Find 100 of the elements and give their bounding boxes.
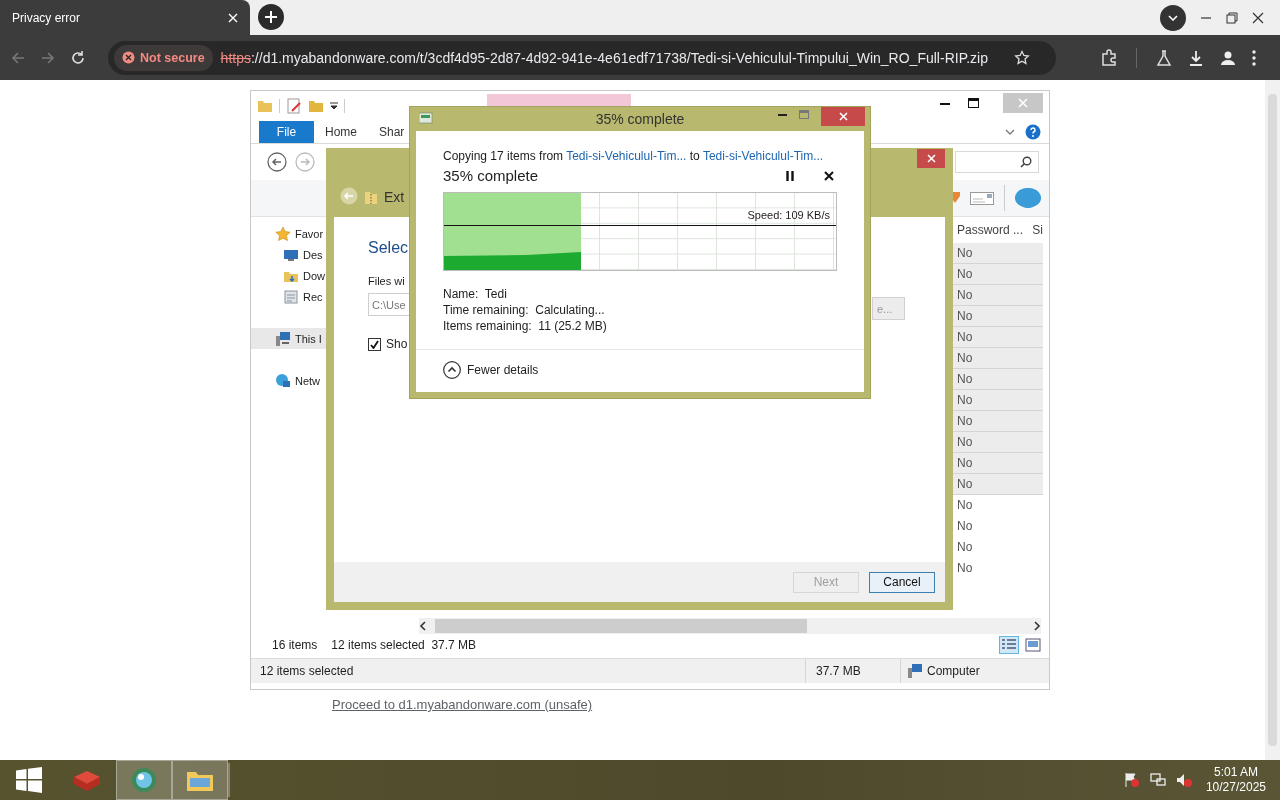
speed-label: Speed: 109 KB/s: [747, 209, 830, 221]
menu-icon[interactable]: [1251, 48, 1257, 67]
table-cell: No: [951, 474, 1043, 495]
proceed-link[interactable]: Proceed to d1.myabandonware.com (unsafe): [332, 697, 593, 712]
pause-button[interactable]: [786, 170, 794, 181]
table-cell-text: No: [956, 497, 974, 514]
check-icon: [370, 339, 379, 349]
table-cell: No: [951, 390, 1043, 411]
nav-item[interactable]: Dow: [251, 265, 351, 286]
not-secure-chip[interactable]: Not secure: [114, 44, 213, 71]
close-icon: [1018, 98, 1028, 108]
table-cell: No: [951, 348, 1043, 369]
collapse-icon: [443, 361, 461, 379]
detail-line: Items remaining: 11 (25.2 MB): [443, 319, 608, 333]
chevron-icon: [1168, 14, 1178, 21]
chevron-icon[interactable]: [1005, 129, 1015, 135]
details-view-button[interactable]: [999, 636, 1019, 654]
progress-status: 35% complete: [443, 167, 540, 184]
destination-link[interactable]: Tedi-si-Vehiculul-Tim...: [702, 149, 824, 163]
status-text: 12 items selected: [259, 664, 355, 678]
detail-line: Time remaining: Calculating...: [443, 303, 606, 317]
thumbnail-view-icon: [1025, 638, 1041, 652]
fewer-details-button[interactable]: Fewer details: [443, 361, 539, 379]
ribbon-tab[interactable]: Home: [314, 121, 368, 143]
search-field[interactable]: [955, 151, 1039, 173]
speaker-muted-icon[interactable]: [1175, 772, 1192, 788]
close-icon[interactable]: [1252, 11, 1264, 24]
minimize-icon[interactable]: [778, 113, 787, 117]
envelope-icon[interactable]: [970, 190, 994, 206]
star-icon: [275, 225, 291, 242]
help-icon[interactable]: [1025, 124, 1041, 140]
nav-item[interactable]: Rec: [251, 286, 351, 307]
copy-icon: [419, 112, 433, 124]
selection-info: 12 items selected 37.7 MB: [331, 638, 477, 652]
close-icon: [926, 154, 936, 163]
thumbnail-view-button[interactable]: [1023, 636, 1043, 654]
table-cell: No: [951, 264, 1043, 285]
properties-icon: [286, 98, 302, 114]
reload-icon[interactable]: [70, 49, 86, 66]
close-button[interactable]: [917, 149, 945, 168]
address-bar[interactable]: Not secure https://d1.myabandonware.com/t/3cdf4d95-2d87-4d92-941e-4e61edf71738/Tedi-si-Vehiculul-Timpului_Win_RO_Full-RIP.zip: [108, 40, 1056, 75]
close-button[interactable]: [821, 107, 865, 126]
table-cell: No: [951, 243, 1043, 264]
puzzle-icon[interactable]: [1100, 48, 1118, 67]
detail-line: Name: Tedi: [443, 287, 508, 301]
destination-field[interactable]: C:\Use: [368, 293, 409, 316]
table-cell-text: No: [956, 560, 974, 577]
flag-icon[interactable]: [1123, 772, 1140, 788]
table-cell: No: [951, 453, 1043, 474]
show-checkbox[interactable]: [368, 337, 381, 351]
table-cell-text: No: [956, 539, 974, 556]
nav-item[interactable]: Favor: [251, 223, 351, 244]
star-icon[interactable]: [1014, 49, 1030, 66]
network-icon[interactable]: [1149, 772, 1166, 788]
table-cell: No: [951, 327, 1043, 348]
back-icon[interactable]: [267, 152, 287, 172]
nav-item[interactable]: Des: [251, 244, 351, 265]
browser-tab[interactable]: Privacy error: [0, 0, 250, 35]
copy-summary: Copying 17 items from Tedi-si-Vehiculul-Tim... to Tedi-si-Vehiculul-Tim...: [443, 149, 825, 163]
checkbox-label: Sho: [386, 337, 408, 351]
orb-icon: [130, 766, 158, 794]
column-header[interactable]: Password ...: [957, 223, 1033, 237]
forward-icon[interactable]: [40, 49, 56, 66]
flask-icon[interactable]: [1155, 48, 1173, 67]
network-icon: [275, 372, 291, 389]
table-cell: No: [951, 411, 1043, 432]
window-title: 35% complete: [595, 111, 685, 127]
dropdown-icon: [330, 102, 338, 110]
table-cell: No: [951, 432, 1043, 453]
tab-search-button[interactable]: [1160, 4, 1186, 31]
restore-icon[interactable]: [1226, 11, 1238, 24]
package-icon: [72, 768, 102, 792]
windows-logo-icon: [16, 767, 42, 793]
ribbon-tab[interactable]: Shar: [368, 121, 416, 143]
plus-icon: [265, 11, 277, 23]
url-text: https://d1.myabandonware.com/t/3cdf4d95-2d87-4d92-941e-4e61edf71738/Tedi-si-Vehiculul-Timpului_Win_RO_Full-RIP.zip: [220, 49, 989, 66]
table-cell: No: [951, 306, 1043, 327]
close-icon: [824, 170, 834, 181]
nav-item[interactable]: Netw: [251, 370, 351, 391]
taskbar-app[interactable]: [172, 760, 228, 800]
details-view-icon: [1001, 638, 1017, 652]
maximize-icon[interactable]: [967, 98, 979, 108]
horizontal-scrollbar[interactable]: [419, 618, 1041, 634]
dialog-button[interactable]: Cancel: [869, 571, 935, 593]
clock[interactable]: 5:01 AM 10/27/2025: [1201, 765, 1270, 795]
vertical-scrollbar[interactable]: [1265, 80, 1280, 760]
dialog-title: Ext: [384, 189, 405, 205]
recent-icon: [283, 288, 299, 305]
column-header[interactable]: Si: [1032, 223, 1043, 237]
computer-icon: [275, 330, 291, 347]
warning-icon: [122, 51, 135, 64]
download-icon[interactable]: [1187, 48, 1205, 67]
source-link[interactable]: Tedi-si-Vehiculul-Tim...: [566, 149, 687, 163]
item-count: 16 items: [272, 638, 318, 652]
new-tab-button[interactable]: [258, 4, 284, 30]
back-icon[interactable]: [10, 49, 26, 66]
cancel-button[interactable]: [824, 170, 834, 181]
ribbon-tab[interactable]: File: [259, 121, 314, 143]
status-size: 37.7 MB: [805, 659, 900, 683]
computer-icon: [907, 663, 923, 679]
